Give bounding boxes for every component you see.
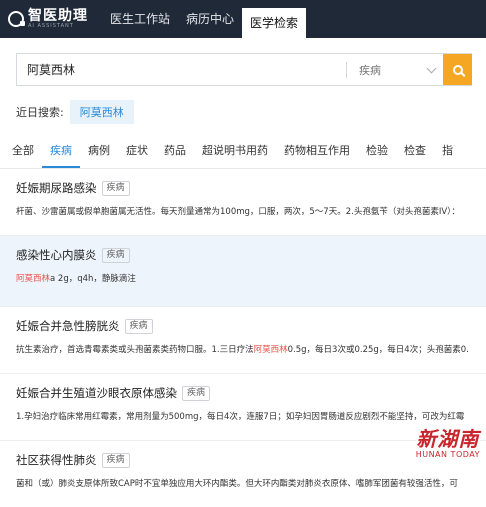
result-badge: 疾病 xyxy=(101,452,130,468)
result-title: 妊娠期尿路感染 xyxy=(16,181,97,195)
result-title-row: 感染性心内膜炎 疾病 xyxy=(16,246,474,264)
result-item[interactable]: 社区获得性肺炎 疾病 菌和（或）肺炎支原体所致CAP时不宜单独应用大环内酯类。但… xyxy=(0,441,486,507)
search-type-value: 疾病 xyxy=(359,63,381,77)
recent-searches: 近日搜索: 阿莫西林 xyxy=(16,100,486,124)
cat-tab-interaction[interactable]: 药物相互作用 xyxy=(276,140,358,168)
result-desc: 阿莫西林a 2g，q4h，静脉滴注 xyxy=(16,272,474,286)
cat-tab-lab-test[interactable]: 检验 xyxy=(358,140,396,168)
cat-tab-drug[interactable]: 药品 xyxy=(156,140,194,168)
result-desc-post: 0.5g，每日3次或0.25g，每日4次；头孢菌素0. xyxy=(287,345,469,355)
cat-tab-disease[interactable]: 疾病 xyxy=(42,140,80,168)
watermark-logo-text: 新湖南 xyxy=(416,427,480,451)
search-type-select[interactable]: 疾病 xyxy=(347,62,443,78)
cat-tab-symptom[interactable]: 症状 xyxy=(118,140,156,168)
result-keyword[interactable]: 阿莫西林 xyxy=(16,274,50,284)
result-item-highlighted[interactable]: 感染性心内膜炎 疾病 阿莫西林a 2g，q4h，静脉滴注 xyxy=(0,236,486,307)
category-tabs: 全部 疾病 病例 症状 药品 超说明书用药 药物相互作用 检验 检查 指 xyxy=(0,140,486,169)
tab-record-center[interactable]: 病历中心 xyxy=(178,0,242,38)
tab-doctor-workstation[interactable]: 医生工作站 xyxy=(102,0,178,38)
result-badge: 疾病 xyxy=(101,247,130,263)
result-desc-text: a 2g，q4h，静脉滴注 xyxy=(50,274,136,284)
result-desc-pre: 抗生素治疗，首选青霉素类或头孢菌素类药物口服。1.三日疗法 xyxy=(16,345,254,355)
result-badge: 疾病 xyxy=(101,180,130,196)
news-watermark: 新湖南 HUNAN TODAY xyxy=(415,427,480,459)
search-icon xyxy=(452,64,463,75)
cat-tab-guide[interactable]: 指 xyxy=(434,140,461,168)
result-desc: 抗生素治疗，首选青霉素类或头孢菌素类药物口服。1.三日疗法阿莫西林0.5g，每日… xyxy=(16,343,474,357)
result-title-row: 妊娠合并生殖道沙眼衣原体感染 疾病 xyxy=(16,384,474,402)
result-title-row: 妊娠期尿路感染 疾病 xyxy=(16,179,474,197)
search-bar: 疾病 xyxy=(16,53,472,86)
app-logo[interactable]: 智医助理 AI ASSISTANT xyxy=(8,9,88,29)
result-badge: 疾病 xyxy=(182,385,211,401)
result-title: 妊娠合并急性膀胱炎 xyxy=(16,319,120,333)
result-title: 妊娠合并生殖道沙眼衣原体感染 xyxy=(16,386,177,400)
watermark-subtext: HUNAN TODAY xyxy=(415,450,480,459)
result-desc: 菌和（或）肺炎支原体所致CAP时不宜单独应用大环内酯类。但大环内酯类对肺炎衣原体… xyxy=(16,479,458,489)
cat-tab-case[interactable]: 病例 xyxy=(80,140,118,168)
result-title-row: 妊娠合并急性膀胱炎 疾病 xyxy=(16,317,474,335)
tab-medical-search[interactable]: 医学检索 xyxy=(242,8,307,38)
search-input[interactable] xyxy=(17,61,346,78)
result-badge: 疾病 xyxy=(124,318,153,334)
result-desc: 杆菌、沙雷菌属或假单胞菌属无活性。每天剂量通常为100mg，口服，两次，5～7天… xyxy=(16,207,460,217)
cat-tab-exam[interactable]: 检查 xyxy=(396,140,434,168)
chevron-down-icon xyxy=(426,63,437,73)
logo-icon xyxy=(8,11,25,27)
recent-search-chip[interactable]: 阿莫西林 xyxy=(69,100,134,124)
recent-label: 近日搜索: xyxy=(16,106,64,119)
cat-tab-offlabel[interactable]: 超说明书用药 xyxy=(194,140,276,168)
result-item[interactable]: 妊娠合并生殖道沙眼衣原体感染 疾病 1.孕妇治疗临床常用红霉素，常用剂量为500… xyxy=(0,374,486,441)
result-keyword: 阿莫西林 xyxy=(253,345,288,355)
result-item[interactable]: 妊娠期尿路感染 疾病 杆菌、沙雷菌属或假单胞菌属无活性。每天剂量通常为100mg… xyxy=(0,169,486,236)
top-nav-bar: 智医助理 AI ASSISTANT 医生工作站 病历中心 医学检索 xyxy=(0,0,486,38)
result-title: 社区获得性肺炎 xyxy=(16,453,97,467)
search-button[interactable] xyxy=(443,54,472,85)
logo-text: 智医助理 xyxy=(28,8,88,24)
result-title-row: 社区获得性肺炎 疾病 xyxy=(16,451,474,469)
result-title: 感染性心内膜炎 xyxy=(16,248,97,262)
result-desc: 1.孕妇治疗临床常用红霉素，常用剂量为500mg，每日4次，连服7日；如孕妇因胃… xyxy=(16,412,465,422)
cat-tab-all[interactable]: 全部 xyxy=(0,140,42,168)
result-item[interactable]: 妊娠合并急性膀胱炎 疾病 抗生素治疗，首选青霉素类或头孢菌素类药物口服。1.三日… xyxy=(0,307,486,374)
